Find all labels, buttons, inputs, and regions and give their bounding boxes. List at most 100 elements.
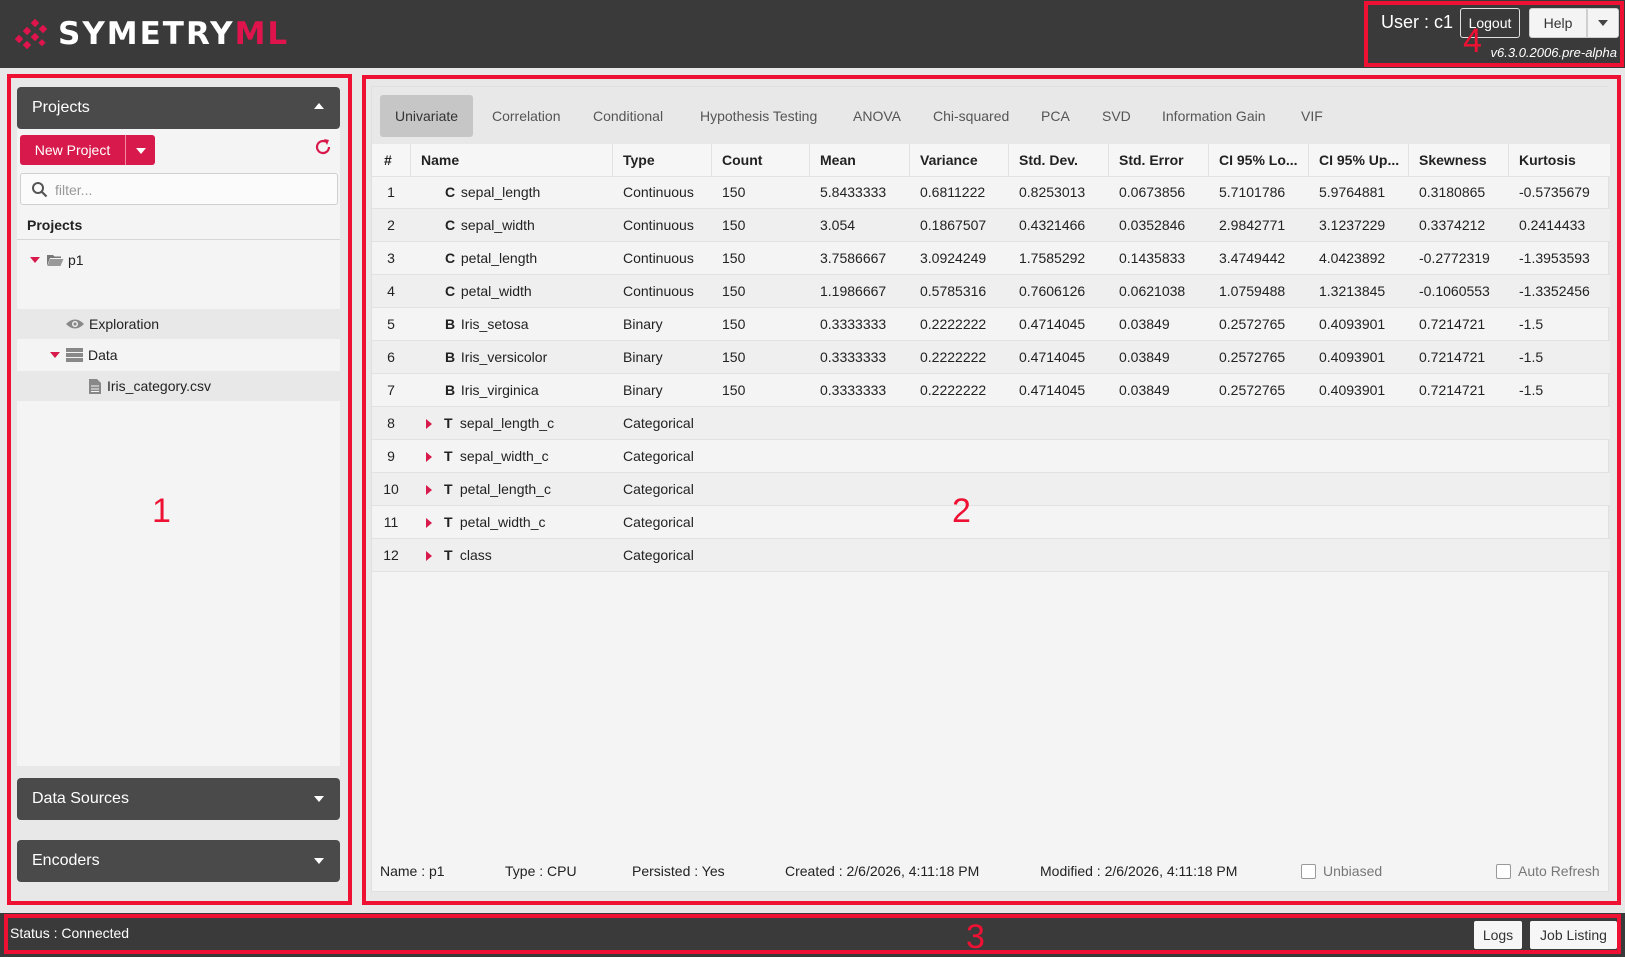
- table-cell-variance: 0.1867507: [920, 217, 987, 233]
- data-sources-accordion-header[interactable]: Data Sources: [17, 778, 340, 820]
- tree-item-iris-category-csv[interactable]: Iris_category.csv: [17, 371, 340, 401]
- tab-univariate[interactable]: Univariate: [380, 95, 474, 137]
- variable-type-icon: T: [444, 481, 453, 497]
- table-cell-type: Continuous: [623, 184, 694, 200]
- variable-type-icon: B: [445, 349, 456, 365]
- table-row[interactable]: 1 C sepal_length Continuous 150 5.8433333 0.6…: [372, 176, 1610, 209]
- tree-divider: [17, 239, 340, 240]
- table-cell-name: T petal_width_c: [410, 506, 612, 539]
- column-divider: [809, 144, 810, 177]
- auto-refresh-checkbox[interactable]: Auto Refresh: [1496, 863, 1600, 879]
- table-row[interactable]: 5 B Iris_setosa Binary 150 0.3333333 0.222222…: [372, 308, 1610, 341]
- column-header[interactable]: #: [384, 144, 410, 177]
- table-cell-std: 0.4714045: [1019, 316, 1086, 332]
- expand-right-icon[interactable]: [426, 419, 432, 430]
- projects-accordion-title: Projects: [32, 99, 90, 116]
- tree-item-p1[interactable]: p1: [17, 245, 340, 275]
- filter-box: [20, 173, 338, 205]
- table-cell-n: 12: [383, 547, 399, 563]
- table-cell-type: Categorical: [623, 514, 694, 530]
- encoders-accordion-header[interactable]: Encoders: [17, 840, 340, 882]
- projects-accordion-header[interactable]: Projects: [17, 87, 340, 129]
- variable-name: petal_width_c: [459, 514, 546, 530]
- table-row[interactable]: 8 T sepal_length_c Categorical: [372, 407, 1610, 440]
- column-header[interactable]: Std. Dev.: [1019, 144, 1108, 177]
- logo-text-symetry: SYMETRY: [58, 16, 235, 52]
- info-persisted: Persisted : Yes: [632, 863, 725, 879]
- tab-anova[interactable]: ANOVA: [838, 95, 916, 137]
- expand-right-icon[interactable]: [426, 518, 432, 529]
- variable-type-icon: C: [445, 283, 456, 299]
- table-cell-kurt: -1.3953593: [1519, 250, 1590, 266]
- table-row[interactable]: 7 B Iris_virginica Binary 150 0.3333333 0.222…: [372, 374, 1610, 407]
- variable-type-icon: T: [444, 448, 453, 464]
- table-row[interactable]: 12 T class Categorical: [372, 539, 1610, 572]
- variable-type-icon: T: [444, 514, 453, 530]
- column-header[interactable]: Type: [623, 144, 711, 177]
- table-cell-kurt: -1.5: [1519, 382, 1544, 398]
- table-cell-std: [1019, 440, 1108, 473]
- column-header[interactable]: Variance: [920, 144, 1008, 177]
- table-row[interactable]: 6 B Iris_versicolor Binary 150 0.3333333 0.22…: [372, 341, 1610, 374]
- table-cell-name: B Iris_versicolor: [410, 341, 612, 374]
- tab-hypothesis-testing[interactable]: Hypothesis Testing: [685, 95, 832, 137]
- tab-pca[interactable]: PCA: [1026, 95, 1085, 137]
- column-header[interactable]: Skewness: [1419, 144, 1508, 177]
- table-cell-count: 150: [722, 382, 746, 398]
- table-row[interactable]: 9 T sepal_width_c Categorical: [372, 440, 1610, 473]
- table-cell-variance: [920, 407, 1008, 440]
- table-cell-up: [1319, 407, 1408, 440]
- job-listing-button[interactable]: Job Listing: [1530, 921, 1617, 949]
- column-header[interactable]: Name: [421, 144, 612, 177]
- table-cell-up: [1319, 539, 1408, 572]
- table-row[interactable]: 4 C petal_width Continuous 150 1.1986667 0.57…: [372, 275, 1610, 308]
- column-header[interactable]: Count: [722, 144, 809, 177]
- tab-vif[interactable]: VIF: [1286, 95, 1338, 137]
- logs-button[interactable]: Logs: [1474, 921, 1522, 949]
- tab-chi-squared[interactable]: Chi-squared: [918, 95, 1024, 137]
- column-header[interactable]: Std. Error: [1119, 144, 1208, 177]
- table-cell-name: C sepal_width: [410, 209, 612, 242]
- projects-panel-body: New Project Projects p1: [17, 129, 340, 766]
- table-cell-lo: 5.7101786: [1219, 184, 1286, 200]
- tab-information-gain[interactable]: Information Gain: [1147, 95, 1281, 137]
- tab-conditional[interactable]: Conditional: [578, 95, 678, 137]
- expand-right-icon[interactable]: [426, 452, 432, 463]
- table-cell-kurt: -1.5: [1519, 316, 1544, 332]
- expand-right-icon[interactable]: [426, 551, 432, 562]
- table-cell-up: 0.4093901: [1319, 316, 1386, 332]
- table-row[interactable]: 2 C sepal_width Continuous 150 3.054 0.186750…: [372, 209, 1610, 242]
- variable-name: class: [459, 547, 492, 563]
- column-header[interactable]: CI 95% Up...: [1319, 144, 1408, 177]
- tab-correlation[interactable]: Correlation: [477, 95, 575, 137]
- tree-item-data[interactable]: Data: [17, 340, 340, 370]
- tree-item-exploration[interactable]: Exploration: [17, 309, 340, 339]
- variable-name: Iris_virginica: [460, 382, 539, 398]
- column-header[interactable]: Kurtosis: [1519, 144, 1610, 177]
- new-project-dropdown[interactable]: [125, 135, 155, 165]
- annotation-label-2: 2: [952, 492, 971, 530]
- column-divider: [1408, 144, 1409, 177]
- table-cell-kurt: [1519, 506, 1610, 539]
- expand-right-icon[interactable]: [426, 485, 432, 496]
- table-cell-skew: -0.1060553: [1419, 283, 1490, 299]
- table-cell-name: B Iris_virginica: [410, 374, 612, 407]
- table-row[interactable]: 11 T petal_width_c Categorical: [372, 506, 1610, 539]
- unbiased-checkbox[interactable]: Unbiased: [1301, 863, 1382, 879]
- table-cell-type: Continuous: [623, 250, 694, 266]
- table-row[interactable]: 3 C petal_length Continuous 150 3.7586667 3.0…: [372, 242, 1610, 275]
- column-header[interactable]: Mean: [820, 144, 909, 177]
- new-project-button[interactable]: New Project: [20, 135, 125, 165]
- table-row[interactable]: 10 T petal_length_c Categorical: [372, 473, 1610, 506]
- help-dropdown-button[interactable]: [1587, 8, 1619, 38]
- table-cell-std: [1019, 407, 1108, 440]
- column-divider: [1108, 144, 1109, 177]
- variable-type-icon: C: [445, 217, 456, 233]
- column-header[interactable]: CI 95% Lo...: [1219, 144, 1308, 177]
- filter-input[interactable]: [55, 180, 325, 200]
- refresh-icon[interactable]: [313, 137, 333, 157]
- help-button[interactable]: Help: [1529, 8, 1587, 38]
- tab-svd[interactable]: SVD: [1087, 95, 1146, 137]
- tree-item-label: Iris_category.csv: [107, 378, 211, 394]
- table-cell-skew: [1419, 440, 1508, 473]
